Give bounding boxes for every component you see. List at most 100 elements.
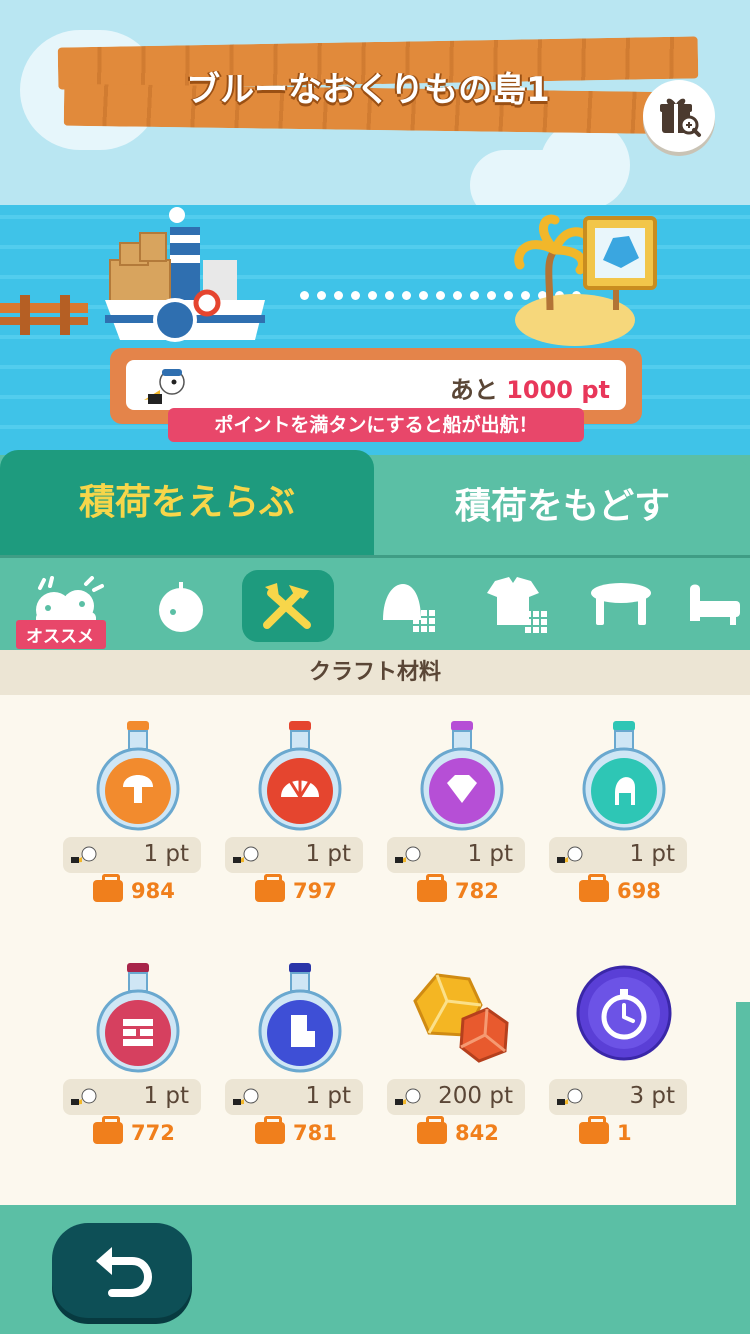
remaining-points-unit: pt: [581, 376, 610, 404]
points-cost: 1 pt: [143, 841, 189, 867]
category-clothes[interactable]: [472, 570, 564, 642]
category-furniture-bed[interactable]: [680, 570, 750, 642]
cargo-item[interactable]: 1 pt 797: [225, 707, 375, 917]
cargo-item[interactable]: 3 pt 1: [549, 949, 699, 1159]
stock-value: 698: [617, 879, 661, 903]
points-remaining-text: あと 1000 pt: [450, 370, 610, 405]
tab-return-cargo[interactable]: 積荷をもどす: [375, 458, 750, 555]
stock-count: 698: [579, 874, 699, 903]
points-cost: 1 pt: [143, 1083, 189, 1109]
stock-count: 797: [255, 874, 375, 903]
bag-icon: [579, 874, 609, 902]
cargo-item[interactable]: 1 pt 984: [63, 707, 213, 917]
cargo-item-grid: 1 pt 984 1 pt 797 1 pt 782 1 pt 698 1 pt…: [0, 695, 750, 1205]
pelican-icon: [233, 1088, 259, 1105]
bag-icon: [93, 1116, 123, 1144]
stock-value: 781: [293, 1121, 337, 1145]
bag-icon: [579, 1116, 609, 1144]
island-title: ブルーなおくりもの島1: [186, 70, 550, 110]
red-shell-bottle-icon: [258, 721, 342, 831]
cargo-tabs: 積荷をえらぶ 積荷をもどす: [0, 450, 750, 555]
dock-pier: [0, 295, 88, 335]
pelican-icon: [71, 846, 97, 863]
teal-chair-bottle-icon: [582, 721, 666, 831]
points-cost: 3 pt: [629, 1083, 675, 1109]
stock-value: 842: [455, 1121, 499, 1145]
points-cost-pill: 200 pt: [387, 1079, 525, 1115]
pelican-icon: [395, 1088, 421, 1105]
points-cost-pill: 1 pt: [63, 837, 201, 873]
points-cost-pill: 1 pt: [387, 837, 525, 873]
cargo-item[interactable]: 1 pt 772: [63, 949, 213, 1159]
pelican-icon: [233, 846, 259, 863]
points-cost: 1 pt: [629, 841, 675, 867]
recommended-badge: オススメ: [16, 620, 106, 649]
pelican-captain-icon: [144, 369, 185, 404]
gift-zoom-icon: [660, 98, 701, 137]
stock-count: 984: [93, 874, 213, 903]
remaining-prefix: あと: [449, 376, 498, 404]
pink-brick-bottle-icon: [96, 963, 180, 1073]
section-title-craft-materials: クラフト材料: [0, 650, 750, 695]
stock-value: 772: [131, 1121, 175, 1145]
bag-icon: [417, 1116, 447, 1144]
back-arrow-icon: [96, 1246, 152, 1297]
category-fruit[interactable]: [135, 570, 227, 642]
gift-preview-button[interactable]: [643, 80, 715, 152]
points-cost: 1 pt: [305, 1083, 351, 1109]
stock-value: 1: [617, 1121, 632, 1145]
stock-value: 797: [293, 879, 337, 903]
points-cost: 200 pt: [438, 1083, 513, 1109]
points-cost: 1 pt: [305, 841, 351, 867]
fruit-icon: [159, 582, 203, 632]
stock-count: 772: [93, 1116, 213, 1145]
pelican-icon: [71, 1088, 97, 1105]
sail-hint-banner: ポイントを満タンにすると船が出航！: [168, 408, 584, 442]
cargo-item[interactable]: 1 pt 782: [387, 707, 537, 917]
bag-icon: [255, 1116, 285, 1144]
stopwatch-gem-icon: [576, 965, 672, 1061]
category-bells[interactable]: [362, 570, 454, 642]
bag-icon: [417, 874, 447, 902]
points-cost-pill: 3 pt: [549, 1079, 687, 1115]
island-title-board: ブルーなおくりもの島1: [57, 36, 699, 138]
bed-icon: [690, 584, 740, 625]
orange-mushroom-bottle-icon: [96, 721, 180, 831]
category-bar: オススメ: [0, 555, 750, 650]
table-icon: [591, 583, 651, 625]
tab-choose-cargo[interactable]: 積荷をえらぶ: [0, 450, 374, 555]
stock-count: 842: [417, 1116, 537, 1145]
cargo-item[interactable]: 1 pt 781: [225, 949, 375, 1159]
stock-count: 782: [417, 874, 537, 903]
bell-grid-icon: [383, 584, 435, 632]
bag-icon: [255, 874, 285, 902]
stock-value: 782: [455, 879, 499, 903]
stock-count: 781: [255, 1116, 375, 1145]
points-cost: 1 pt: [467, 841, 513, 867]
remaining-points-value: 1000: [506, 376, 573, 404]
cargo-item[interactable]: 200 pt 842: [387, 949, 537, 1159]
scrollbar[interactable]: [736, 1002, 750, 1205]
purple-gem-bottle-icon: [420, 721, 504, 831]
points-cost-pill: 1 pt: [63, 1079, 201, 1115]
bag-icon: [93, 874, 123, 902]
cargo-boat: [105, 207, 265, 342]
stock-value: 984: [131, 879, 175, 903]
pelican-icon: [395, 846, 421, 863]
points-cost-pill: 1 pt: [549, 837, 687, 873]
destination-island: [514, 214, 657, 346]
category-craft-materials[interactable]: [242, 570, 334, 642]
cargo-item[interactable]: 1 pt 698: [549, 707, 699, 917]
points-remaining-panel: あと 1000 pt: [126, 360, 626, 410]
craft-tools-icon: [263, 583, 311, 629]
bottom-bar: [0, 1205, 750, 1334]
points-cost-pill: 1 pt: [225, 837, 363, 873]
pelican-icon: [557, 846, 583, 863]
clothes-grid-icon: [487, 577, 547, 633]
back-button[interactable]: [52, 1223, 192, 1318]
pelican-icon: [557, 1088, 583, 1105]
blue-building-bottle-icon: [258, 963, 342, 1073]
gem-ore-icon: [413, 973, 509, 1063]
category-furniture-table[interactable]: [575, 570, 667, 642]
points-cost-pill: 1 pt: [225, 1079, 363, 1115]
